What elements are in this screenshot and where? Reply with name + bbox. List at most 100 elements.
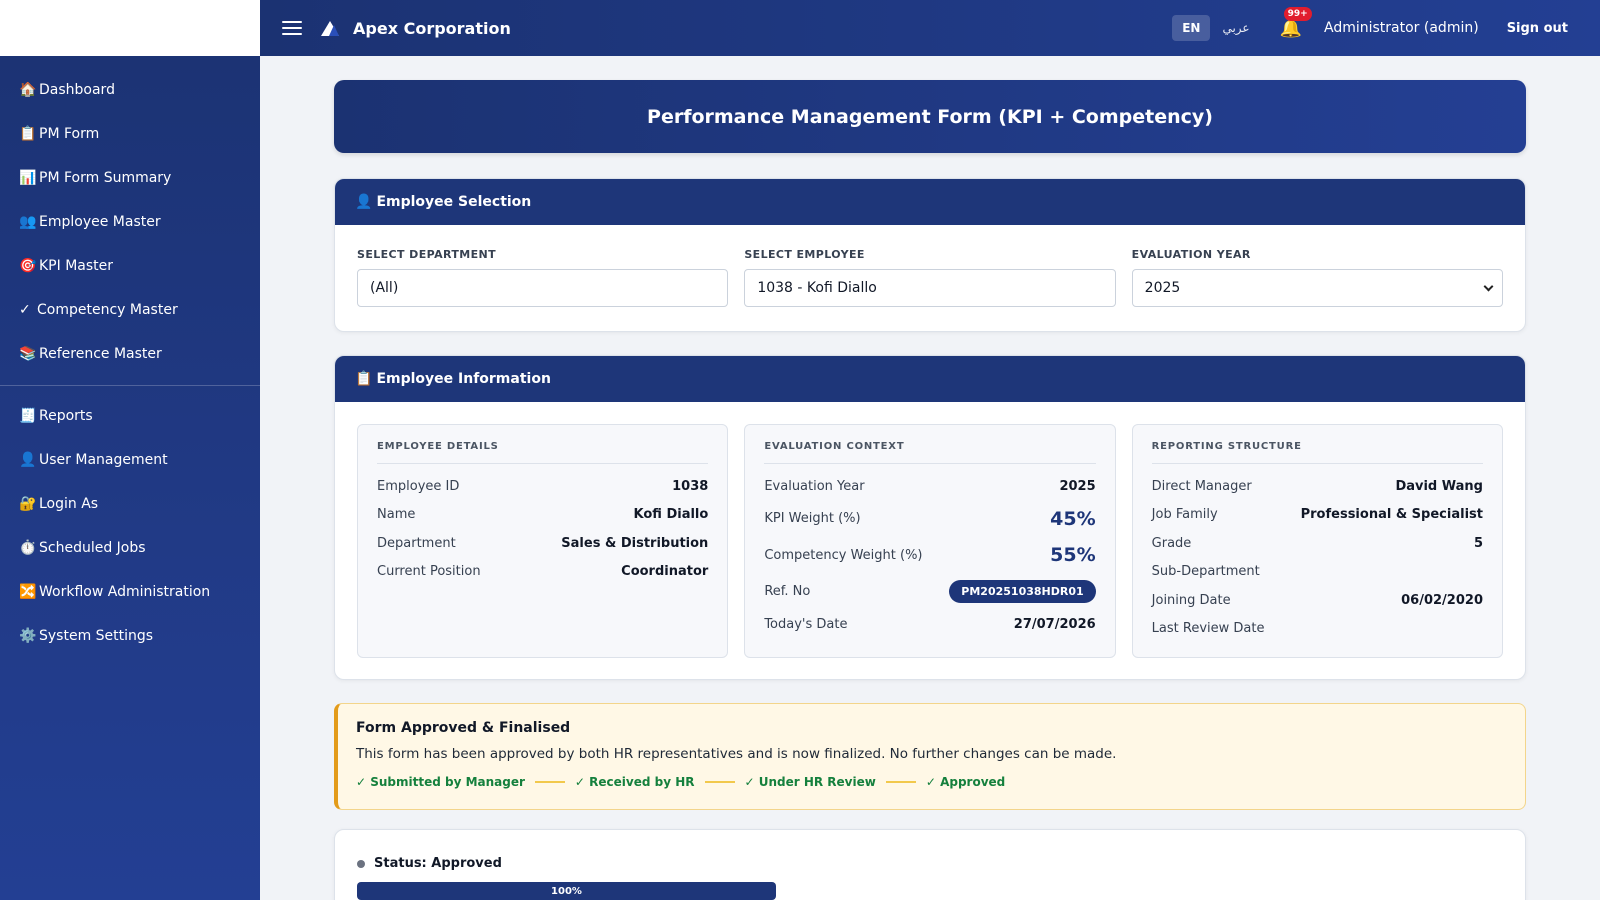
- department-label: SELECT DEPARTMENT: [357, 248, 497, 261]
- grade-label: Grade: [1151, 535, 1192, 551]
- sidebar-item-system-settings[interactable]: ⚙️ System Settings: [0, 614, 260, 658]
- sidebar-item-reports[interactable]: 🧾 Reports: [0, 394, 260, 438]
- language-arabic-button[interactable]: عربي: [1222, 21, 1249, 35]
- sidebar-item-scheduled-jobs[interactable]: ⏱️ Scheduled Jobs: [0, 526, 260, 570]
- employee-information-header: 📋 Employee Information: [335, 356, 1525, 402]
- reporting-structure-title: REPORTING STRUCTURE: [1151, 441, 1483, 464]
- target-icon: 🎯: [19, 258, 37, 274]
- shuffle-icon: 🔀: [19, 584, 37, 600]
- sidebar-item-user-management[interactable]: 👤 User Management: [0, 438, 260, 482]
- chevron-down-icon: [1483, 281, 1494, 291]
- job-family-row: Job Family Professional & Specialist: [1152, 501, 1483, 530]
- sidebar-item-label: Employee Master: [39, 214, 161, 230]
- sidebar-item-employee-master[interactable]: 👥 Employee Master: [0, 200, 260, 244]
- users-icon: 👥: [19, 214, 37, 230]
- step-received: ✓ Received by HR: [574, 775, 695, 789]
- sidebar-item-label: System Settings: [39, 628, 154, 644]
- sidebar-item-label: Dashboard: [39, 82, 115, 98]
- status-label: Status: Approved: [374, 856, 502, 871]
- employee-name-row: Name Kofi Diallo: [377, 501, 708, 530]
- sidebar-item-label: PM Form Summary: [39, 170, 172, 186]
- clipboard-icon: 📋: [19, 126, 37, 142]
- sidebar-item-label: PM Form: [39, 126, 100, 142]
- sidebar-item-kpi-master[interactable]: 🎯 KPI Master: [0, 244, 260, 288]
- approval-notice: Form Approved & Finalised This form has …: [334, 703, 1526, 810]
- employee-id-label: Employee ID: [377, 478, 460, 494]
- ref-no-badge: PM20251038HDR01: [949, 580, 1096, 604]
- sub-department-row: Sub-Department: [1152, 558, 1483, 587]
- todays-date-row: Today's Date 27/07/2026: [764, 610, 1095, 639]
- competency-weight-label: Competency Weight (%): [764, 547, 923, 563]
- receipt-icon: 🧾: [19, 408, 37, 424]
- sidebar-nav: 🏠 Dashboard 📋 PM Form 📊 PM Form Summary 👥 Em…: [0, 56, 260, 658]
- sign-out-button[interactable]: Sign out: [1507, 21, 1568, 36]
- sidebar-divider: [0, 385, 260, 386]
- status-dot-icon: [357, 859, 365, 868]
- joining-date-label: Joining Date: [1151, 592, 1231, 608]
- sidebar-item-login-as[interactable]: 🔐 Login As: [0, 482, 260, 526]
- direct-manager-value: David Wang: [1395, 478, 1483, 494]
- sidebar-item-dashboard[interactable]: 🏠 Dashboard: [0, 68, 260, 112]
- clipboard-icon: 📋: [355, 371, 373, 387]
- competency-weight-row: Competency Weight (%) 55%: [764, 537, 1095, 574]
- grade-row: Grade 5: [1152, 529, 1483, 558]
- ref-no-row: Ref. No PM20251038HDR01: [764, 574, 1096, 611]
- books-icon: 📚: [19, 346, 37, 362]
- notifications-button[interactable]: 🔔 99+: [1280, 6, 1312, 39]
- last-review-date-row: Last Review Date: [1152, 615, 1483, 644]
- progress-bar: 100%: [357, 882, 776, 900]
- page-title: Performance Management Form (KPI + Compe…: [334, 80, 1526, 153]
- sidebar: 🏠 Dashboard 📋 PM Form 📊 PM Form Summary 👥 Em…: [0, 0, 260, 900]
- position-row: Current Position Coordinator: [377, 558, 708, 587]
- evaluation-year-select[interactable]: 2025: [1131, 269, 1503, 307]
- sidebar-item-pm-form[interactable]: 📋 PM Form: [0, 112, 260, 156]
- step-approved: ✓ Approved: [925, 775, 1006, 789]
- grade-value: 5: [1473, 535, 1483, 551]
- sidebar-item-label: KPI Master: [39, 258, 114, 274]
- todays-date-label: Today's Date: [764, 616, 848, 632]
- sidebar-logo-area: [0, 0, 260, 56]
- status-line: Status: Approved: [357, 856, 1503, 871]
- kpi-weight-value: 45%: [1050, 507, 1096, 530]
- joining-date-row: Joining Date 06/02/2020: [1152, 586, 1483, 615]
- department-detail-label: Department: [377, 535, 456, 551]
- lock-key-icon: 🔐: [19, 496, 37, 512]
- todays-date-value: 27/07/2026: [1013, 616, 1096, 632]
- sidebar-item-reference-master[interactable]: 📚 Reference Master: [0, 332, 260, 376]
- evaluation-year-row: Evaluation Year 2025: [764, 472, 1095, 501]
- evaluation-year-detail-value: 2025: [1059, 478, 1096, 494]
- notification-count-badge: 99+: [1283, 6, 1312, 21]
- bar-chart-icon: 📊: [19, 170, 37, 186]
- direct-manager-label: Direct Manager: [1151, 478, 1252, 494]
- menu-toggle-icon[interactable]: [282, 21, 302, 35]
- status-card: Status: Approved 100%: [334, 829, 1526, 900]
- home-icon: 🏠: [19, 82, 37, 98]
- sidebar-item-label: Login As: [39, 496, 99, 512]
- sidebar-item-competency-master[interactable]: ✓ Competency Master: [0, 288, 260, 332]
- kpi-weight-label: KPI Weight (%): [764, 511, 861, 527]
- language-english-button[interactable]: EN: [1172, 15, 1211, 41]
- notice-title: Form Approved & Finalised: [356, 720, 571, 736]
- job-family-value: Professional & Specialist: [1300, 507, 1483, 523]
- current-user: Administrator (admin): [1324, 20, 1479, 36]
- position-value: Coordinator: [621, 564, 709, 580]
- employee-input[interactable]: 1038 - Kofi Diallo: [744, 269, 1116, 307]
- evaluation-year-label: EVALUATION YEAR: [1131, 248, 1251, 261]
- sidebar-item-workflow-administration[interactable]: 🔀 Workflow Administration: [0, 570, 260, 614]
- step-under-review: ✓ Under HR Review: [744, 775, 876, 789]
- user-icon: 👤: [355, 194, 373, 210]
- user-icon: 👤: [19, 452, 37, 468]
- employee-information-title: Employee Information: [376, 371, 551, 387]
- sub-department-label: Sub-Department: [1151, 564, 1260, 580]
- joining-date-value: 06/02/2020: [1401, 592, 1483, 608]
- department-input[interactable]: (All): [357, 269, 729, 307]
- step-submitted: ✓ Submitted by Manager: [356, 775, 525, 789]
- job-family-label: Job Family: [1151, 507, 1218, 523]
- employee-selection-header: 👤 Employee Selection: [335, 179, 1525, 225]
- sidebar-item-pm-form-summary[interactable]: 📊 PM Form Summary: [0, 156, 260, 200]
- employee-details-box: EMPLOYEE DETAILS Employee ID 1038 Name Kof…: [357, 424, 729, 658]
- department-value: Sales & Distribution: [561, 535, 709, 551]
- position-label: Current Position: [377, 564, 481, 580]
- sidebar-item-label: Reference Master: [39, 346, 162, 362]
- competency-weight-value: 55%: [1050, 544, 1096, 567]
